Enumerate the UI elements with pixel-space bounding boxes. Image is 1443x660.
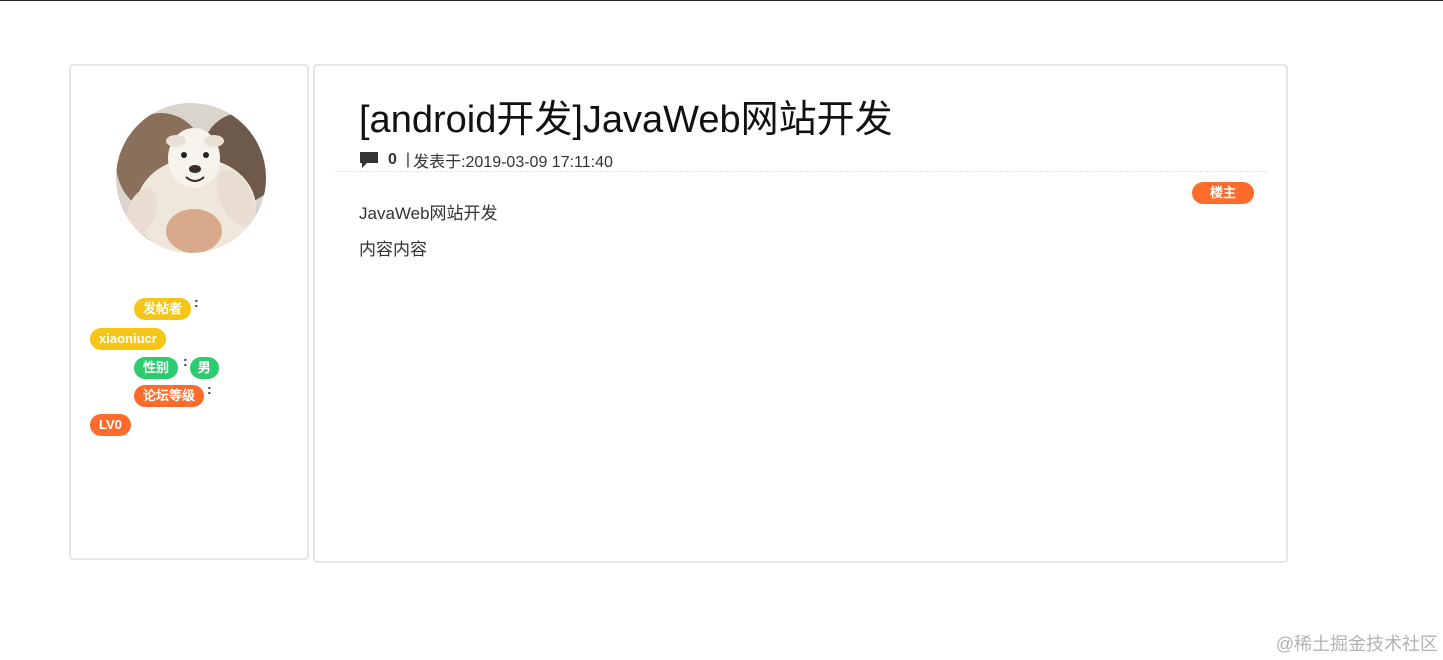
level-value-badge: LV0 <box>90 414 131 437</box>
thread-owner-badge: 楼主 <box>1192 182 1254 204</box>
post-paragraph: 内容内容 <box>359 240 427 259</box>
post-meta: 0 | 发表于:2019-03-09 17:11:40 <box>359 148 613 172</box>
gender-row: 性别: 男 <box>134 353 219 380</box>
meta-separator: | <box>405 151 411 168</box>
post-timestamp: 发表于:2019-03-09 17:11:40 <box>413 154 613 171</box>
level-value-row: LV0 <box>90 413 131 437</box>
poster-label-badge: 发帖者 <box>134 298 192 321</box>
level-label-badge: 论坛等级 <box>134 385 205 408</box>
poster-name-badge[interactable]: xiaoniucr <box>90 328 166 351</box>
gender-label-badge: 性别 <box>134 357 179 380</box>
post-title: [android开发]JavaWeb网站开发 <box>359 99 893 141</box>
poster-name-row: xiaoniucr <box>90 327 166 351</box>
level-label-row: 论坛等级: <box>134 381 212 408</box>
sheep-avatar-image <box>116 103 266 253</box>
top-border-line <box>0 0 1443 1</box>
comment-count: 0 <box>388 151 397 168</box>
level-colon: : <box>207 381 212 397</box>
post-content-panel: [android开发]JavaWeb网站开发 0 | 发表于:2019-03-0… <box>313 64 1288 563</box>
comment-icon <box>359 151 379 169</box>
meta-divider <box>335 171 1268 172</box>
post-paragraph: JavaWeb网站开发 <box>359 204 498 223</box>
author-info-panel: 发帖者: xiaoniucr 性别: 男 论坛等级: LV0 <box>69 64 309 560</box>
poster-label-row: 发帖者: <box>134 294 199 321</box>
poster-colon: : <box>194 294 199 310</box>
author-avatar[interactable] <box>116 103 266 253</box>
gender-colon: : <box>183 353 188 369</box>
site-watermark: @稀土掘金技术社区 <box>1275 634 1438 654</box>
gender-value-badge: 男 <box>189 357 219 380</box>
